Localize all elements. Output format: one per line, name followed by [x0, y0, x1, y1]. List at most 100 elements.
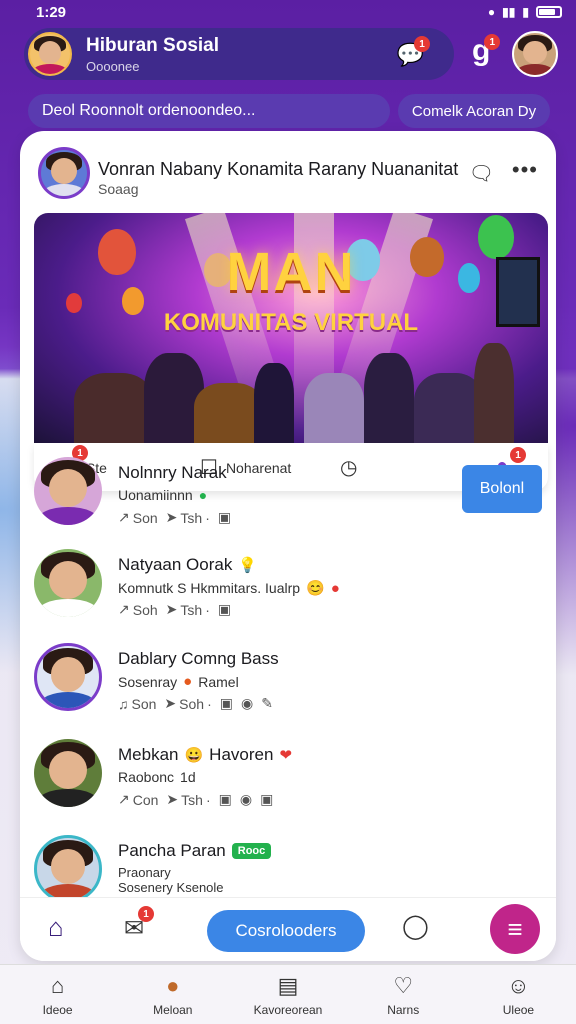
chat-icon[interactable]: 💬 1: [397, 36, 430, 68]
chat-badge: 1: [138, 906, 154, 922]
list-item-name: Pancha Paran Rooc: [118, 841, 272, 861]
coin-icon: ◉: [239, 791, 253, 807]
heart-emoji-icon: ❤: [279, 747, 293, 764]
list-item-name: Dablary Comng Bass: [118, 649, 279, 668]
list-item-sub: Raobonc 1d: [118, 769, 196, 785]
post-media-image[interactable]: MAN KOMUNITAS VIRTUAL: [34, 213, 548, 443]
list-avatar[interactable]: [34, 457, 102, 525]
share-icon: ➤: [166, 791, 179, 807]
meta-item: ↗ Con: [118, 791, 159, 808]
g-badge: 1: [484, 34, 501, 50]
bookmark-icon[interactable]: ▣: [220, 695, 233, 712]
list-avatar[interactable]: [34, 643, 102, 711]
meta-item: ➤ Tsh ·: [166, 791, 211, 808]
meta-item: ➤ Tsh ·: [165, 509, 210, 526]
app-subtitle: Oooonee: [86, 58, 140, 74]
nav-collection[interactable]: ▤ Kavoreorean: [230, 965, 345, 1024]
link-icon: ↗: [118, 509, 130, 525]
camera-icon: ▣: [260, 791, 274, 807]
filter-button[interactable]: Comelk Acoran Dy: [398, 94, 550, 128]
smile-emoji-icon: 😀: [184, 747, 204, 764]
signal-icon-2: ▮: [522, 5, 529, 19]
list-item-meta: ↗ Con ➤ Tsh · ▣ ◉ ▣: [118, 791, 273, 808]
comment-bubble-icon[interactable]: 🗨: [469, 161, 494, 186]
search-input[interactable]: Deol Roonnolt ordenoondeo...: [28, 94, 390, 128]
status-tag: Rooc: [231, 843, 272, 859]
app-title: Hiburan Sosial: [86, 34, 220, 56]
list-item[interactable]: Dablary Comng Bass Sosenray ● Ramel ♫ Son…: [34, 643, 542, 723]
message-icon[interactable]: ◯: [402, 912, 429, 941]
list-item-meta: ♫ Son ➤ Soh · ▣ ◉ ✎: [118, 695, 273, 712]
post-author-name[interactable]: Vonran Nabany: [98, 159, 222, 179]
badge-emoji-icon: 💡: [238, 557, 258, 574]
post-author-extra: Konamita Rarany Nuananitat: [227, 159, 459, 179]
list-item-meta: ↗ Son ➤ Tsh · ▣: [118, 509, 231, 526]
app-header: Hiburan Sosial Oooonee 💬 1: [24, 28, 454, 80]
battery-icon: [536, 6, 562, 18]
list-item[interactable]: Mebkan 😀 Havoren ❤ Raobonc 1d ↗ Con ➤ Tsh …: [34, 739, 542, 819]
card-action-bar: ⌂ ✉ 1 Cosrolooders ◯ ≡: [20, 897, 556, 961]
profile-avatar[interactable]: [512, 31, 558, 77]
list-item-sub: Praonary Sosenery Ksenole: [118, 865, 224, 895]
bookmark-icon[interactable]: ▣: [219, 791, 232, 808]
mascot-icon: ●: [166, 972, 180, 998]
meta-item: ↗ Soh: [118, 601, 158, 618]
home-icon: ⌂: [50, 972, 65, 998]
menu-fab-button[interactable]: ≡: [490, 904, 540, 954]
post-subtitle: Soaag: [98, 181, 139, 197]
list-item[interactable]: Nolnnry Narak Uonamiinnn ● ↗ Son ➤ Tsh · ▣…: [34, 457, 542, 537]
nav-profile[interactable]: ☺ Uleoe: [461, 965, 576, 1024]
flame-icon: ●: [330, 579, 340, 597]
list-avatar[interactable]: [34, 549, 102, 617]
fire-icon: ●: [183, 673, 193, 690]
header-text: Hiburan Sosial Oooonee: [86, 35, 219, 74]
heart-icon: ♡: [393, 972, 414, 998]
pen-icon: ✎: [261, 695, 273, 711]
status-time: 1:29: [36, 3, 67, 21]
link-icon: ↗: [118, 791, 130, 807]
bookmark-icon[interactable]: ▣: [218, 601, 231, 618]
home-icon[interactable]: ⌂: [48, 912, 64, 943]
music-icon: ♫: [118, 695, 129, 712]
post-author-avatar[interactable]: [38, 147, 90, 199]
meta-item: ♫ Son: [118, 695, 157, 712]
share-icon: ➤: [165, 509, 178, 525]
list-avatar[interactable]: [34, 835, 102, 903]
list-item-name: Nolnnry Narak: [118, 463, 227, 482]
nav-home[interactable]: ⌂ Ideoe: [0, 965, 115, 1024]
status-icons: ● ▮▮ ▮: [488, 5, 562, 19]
list-item[interactable]: Natyaan Oorak 💡 Komnutk S Hkmmitars. Iual…: [34, 549, 542, 629]
status-bar: 1:29 ● ▮▮ ▮: [0, 0, 576, 24]
chat-bubbles-icon[interactable]: ✉ 1: [124, 906, 154, 943]
post-header: Vonran Nabany Konamita Rarany Nuananitat…: [38, 147, 538, 203]
primary-action-button[interactable]: Cosrolooders: [207, 910, 365, 952]
box-icon: ▤: [277, 972, 299, 998]
notification-badge: 1: [414, 36, 430, 52]
bottom-nav: ⌂ Ideoe ● Meloan ▤ Kavoreorean ♡ Narns ☺…: [0, 964, 576, 1024]
user-icon: ☺: [507, 972, 530, 998]
nav-entertainment[interactable]: ● Meloan: [115, 965, 230, 1024]
emoji-icon: 😊: [306, 580, 325, 597]
share-icon: ➤: [165, 601, 178, 617]
share-icon: ➤: [164, 695, 177, 711]
list-item-sub: Sosenray ● Ramel: [118, 673, 239, 690]
list-item-sub: Uonamiinnn ●: [118, 487, 208, 503]
bookmark-icon[interactable]: ▣: [218, 509, 231, 526]
media-subtitle: KOMUNITAS VIRTUAL: [163, 309, 419, 336]
meta-item: ➤ Tsh ·: [165, 601, 210, 618]
list-item-sub: Komnutk S Hkmmitars. Iualrp 😊 ●: [118, 579, 340, 598]
app-avatar[interactable]: [28, 32, 72, 76]
meta-item: ➤ Soh ·: [164, 695, 212, 712]
list-item-meta: ↗ Soh ➤ Tsh · ▣: [118, 601, 231, 618]
g-icon[interactable]: g 1: [472, 34, 501, 68]
check-icon: ●: [198, 487, 208, 503]
nav-notifications[interactable]: ♡ Narns: [346, 965, 461, 1024]
more-options-icon[interactable]: •••: [512, 157, 538, 183]
post-author-line: Vonran Nabany Konamita Rarany Nuananitat: [98, 159, 458, 180]
coin-icon: ◉: [240, 695, 254, 711]
list-item-name: Mebkan 😀 Havoren ❤: [118, 745, 293, 764]
list-avatar[interactable]: [34, 739, 102, 807]
follow-button[interactable]: Bolonl: [462, 465, 542, 513]
media-title: MAN: [226, 242, 356, 302]
meta-item: ↗ Son: [118, 509, 158, 526]
